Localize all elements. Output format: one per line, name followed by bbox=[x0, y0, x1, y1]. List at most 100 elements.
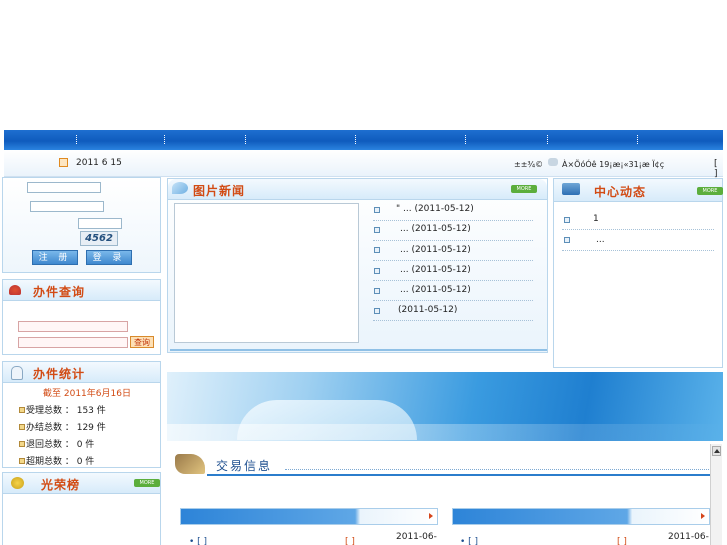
center-news-item[interactable]: ... bbox=[596, 235, 605, 245]
nav-separator bbox=[76, 135, 79, 144]
stats-header: 办件统计 bbox=[3, 362, 160, 383]
divider bbox=[373, 240, 533, 241]
current-date: 2011 6 15 bbox=[76, 158, 122, 168]
list-bullet bbox=[564, 237, 570, 243]
weather-city: ±±¾© bbox=[514, 160, 544, 169]
trade-section: 交易信息 • [ ] [ ] 2011-06- • [ ] [ ] 2011-0… bbox=[167, 444, 723, 545]
nav-separator bbox=[547, 135, 550, 144]
photo-news-more-button[interactable]: MORE bbox=[511, 185, 537, 193]
stats-bullet bbox=[19, 458, 25, 464]
trade-title: 交易信息 bbox=[216, 459, 273, 473]
arrow-right-icon bbox=[429, 513, 433, 519]
query-panel: 办件查询 查询 bbox=[2, 279, 161, 355]
scroll-up-button[interactable] bbox=[712, 446, 721, 456]
trade-subheader-right bbox=[452, 508, 710, 525]
captcha-input[interactable] bbox=[78, 218, 122, 229]
photo-news-item[interactable]: ... (2011-05-12) bbox=[400, 245, 471, 255]
divider bbox=[562, 229, 714, 230]
top-nav-bar bbox=[4, 130, 723, 150]
divider bbox=[285, 469, 711, 470]
trade-row-left-date: 2011-06- bbox=[396, 532, 437, 542]
divider bbox=[562, 250, 714, 251]
captcha-image[interactable]: 4562 bbox=[80, 231, 118, 246]
center-news-panel: 中心动态 MORE 1 ... bbox=[553, 178, 723, 368]
query-password-input[interactable] bbox=[18, 337, 128, 348]
banner-glow bbox=[167, 424, 723, 441]
divider bbox=[373, 280, 533, 281]
password-input[interactable] bbox=[30, 201, 104, 212]
weather-text: À×ÕóÓê 19¡æ¡«31¡æ Ï¢ç bbox=[562, 160, 665, 169]
stats-row: 受理总数 ： 153 件 bbox=[26, 406, 106, 416]
photo-news-header: 图片新闻 MORE bbox=[168, 179, 547, 200]
nav-separator bbox=[637, 135, 640, 144]
arrow-right-icon bbox=[701, 513, 705, 519]
query-title: 办件查询 bbox=[33, 285, 86, 299]
photo-news-image[interactable] bbox=[174, 203, 359, 343]
photo-news-item[interactable]: ... (2011-05-12) bbox=[400, 265, 471, 275]
center-news-item[interactable]: 1 bbox=[593, 214, 599, 224]
center-news-title: 中心动态 bbox=[594, 185, 647, 199]
nav-separator bbox=[465, 135, 468, 144]
stats-title: 办件统计 bbox=[33, 367, 86, 381]
photo-news-title: 图片新闻 bbox=[193, 184, 246, 198]
banner-image bbox=[167, 372, 723, 441]
medal-icon bbox=[11, 477, 24, 489]
divider bbox=[373, 220, 533, 221]
nav-separator bbox=[164, 135, 167, 144]
stats-date: 截至 2011年6月16日 bbox=[43, 389, 131, 399]
arrow-up-icon bbox=[714, 449, 720, 453]
query-code-input[interactable] bbox=[18, 321, 128, 332]
honor-more-button[interactable]: MORE bbox=[134, 479, 160, 487]
trade-row-left[interactable]: • [ ] bbox=[189, 537, 207, 545]
divider bbox=[373, 260, 533, 261]
list-bullet bbox=[374, 308, 380, 314]
stats-row: 办结总数 ： 129 件 bbox=[26, 423, 106, 433]
nav-separator bbox=[355, 135, 358, 144]
trade-row-right-date: 2011-06- bbox=[668, 532, 709, 542]
center-news-icon bbox=[562, 183, 580, 195]
login-panel: 4562 注 册 登 录 bbox=[2, 177, 161, 273]
photo-news-item[interactable]: " ... (2011-05-12) bbox=[396, 204, 474, 214]
trade-row-right[interactable]: • [ ] bbox=[460, 537, 478, 545]
trade-row-right-bracket: [ ] bbox=[617, 537, 627, 545]
center-news-header: 中心动态 MORE bbox=[554, 179, 723, 202]
divider bbox=[373, 300, 533, 301]
photo-news-item[interactable]: ... (2011-05-12) bbox=[400, 224, 471, 234]
list-bullet bbox=[374, 227, 380, 233]
stats-icon bbox=[11, 366, 23, 380]
photo-news-item[interactable]: (2011-05-12) bbox=[398, 305, 457, 315]
photo-news-panel: 图片新闻 MORE " ... (2011-05-12) ... (2011-0… bbox=[167, 178, 548, 353]
query-header: 办件查询 bbox=[3, 280, 160, 301]
stats-row: 退回总数 ： 0 件 bbox=[26, 440, 95, 450]
calendar-icon bbox=[59, 158, 68, 167]
register-button[interactable]: 注 册 bbox=[32, 250, 78, 265]
query-icon bbox=[9, 285, 21, 295]
divider bbox=[373, 320, 533, 321]
stats-bullet bbox=[19, 441, 25, 447]
list-bullet bbox=[374, 207, 380, 213]
query-button[interactable]: 查询 bbox=[130, 336, 154, 348]
honor-header: 光荣榜 MORE bbox=[3, 473, 160, 494]
stats-row: 超期总数 ： 0 件 bbox=[26, 457, 95, 467]
scrollbar[interactable] bbox=[710, 444, 722, 545]
pen-icon bbox=[175, 454, 205, 474]
photo-news-item[interactable]: ... (2011-05-12) bbox=[400, 285, 471, 295]
list-bullet bbox=[374, 268, 380, 274]
nav-separator bbox=[245, 135, 248, 144]
trade-rule bbox=[207, 474, 711, 476]
center-news-more-button[interactable]: MORE bbox=[697, 187, 723, 195]
panel-bottom-rule bbox=[170, 349, 547, 351]
photo-news-icon bbox=[172, 182, 188, 194]
trade-subheader-left bbox=[180, 508, 438, 525]
stats-panel: 办件统计 截至 2011年6月16日 受理总数 ： 153 件 办结总数 ： 1… bbox=[2, 361, 161, 468]
username-input[interactable] bbox=[27, 182, 101, 193]
honor-panel: 光荣榜 MORE bbox=[2, 472, 161, 545]
info-bracket: [ ] bbox=[714, 159, 718, 179]
list-bullet bbox=[564, 217, 570, 223]
weather-icon bbox=[548, 158, 558, 166]
login-button[interactable]: 登 录 bbox=[86, 250, 132, 265]
stats-bullet bbox=[19, 407, 25, 413]
stats-bullet bbox=[19, 424, 25, 430]
info-bar: 2011 6 15 ±±¾© À×ÕóÓê 19¡æ¡«31¡æ Ï¢ç [ ] bbox=[4, 150, 723, 179]
honor-title: 光荣榜 bbox=[41, 478, 81, 492]
